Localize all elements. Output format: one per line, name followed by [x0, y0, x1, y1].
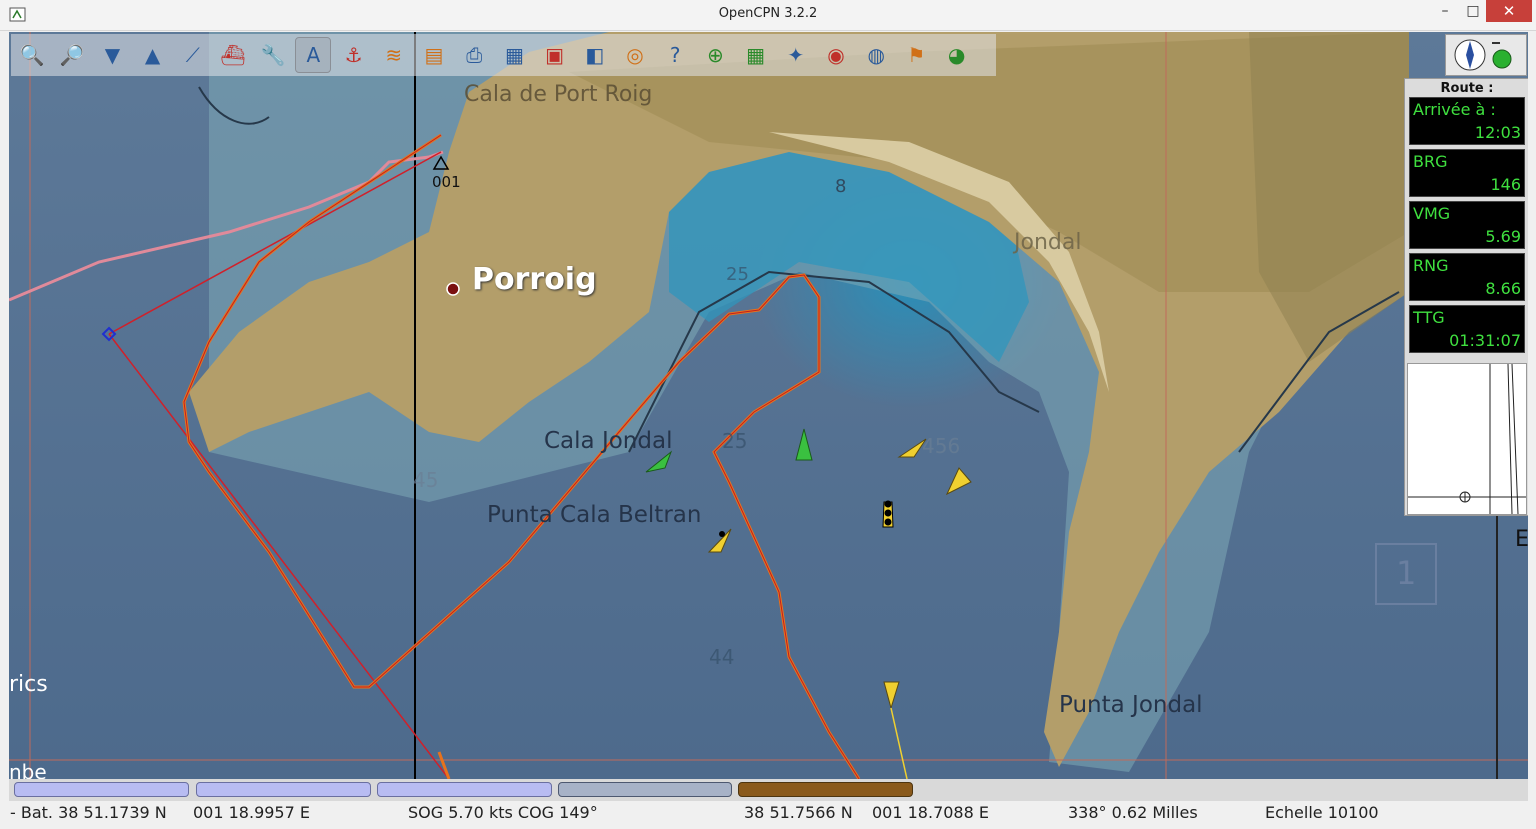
instrument-brg: BRG 146 — [1409, 149, 1525, 197]
compass-status-box[interactable] — [1445, 34, 1527, 76]
options-tool[interactable]: 🔧 — [256, 38, 290, 72]
scale-out-tool[interactable]: ▲ — [136, 38, 170, 72]
current-tool[interactable]: ⚓ — [337, 38, 371, 72]
ais-target-green-1[interactable] — [645, 450, 673, 473]
status-sog-cog: SOG 5.70 kts COG 149° — [408, 803, 598, 822]
status-bar: - Bat. 38 51.1739 N 001 18.9957 E SOG 5.… — [0, 801, 1536, 829]
route-manager-tool[interactable]: ▦ — [497, 38, 531, 72]
label-punta-jondal: Punta Jondal — [1059, 692, 1203, 718]
status-boat-lon: 001 18.9957 E — [193, 803, 310, 822]
instrument-value: 12:03 — [1474, 123, 1521, 142]
scale-in-tool[interactable]: ▼ — [95, 38, 129, 72]
edge-label-right: E — [1515, 527, 1528, 552]
status-boat-lat: - Bat. 38 51.1739 N — [10, 803, 167, 822]
main-toolbar: 🔍 🔎 ▼ ▲ ⟋ ⛴ 🔧 A ⚓ ≋ ▤ ⎙ ▦ ▣ ◧ ◎? ⊕ ▦ ✦ ◉ ◍ ⚑ ◕ — [11, 34, 996, 76]
create-route-tool[interactable]: ⟋ — [176, 38, 210, 72]
instrument-arrival: Arrivée à : 12:03 — [1409, 97, 1525, 145]
help-tool[interactable]: ? — [658, 38, 692, 72]
edge-label-left-1: rics — [9, 672, 48, 697]
maximize-button[interactable]: □ — [1456, 0, 1490, 22]
label-cala-port-roig: Cala de Port Roig — [464, 82, 653, 107]
chart-canvas[interactable]: Cala de Port Roig Porroig Jondal Cala Jo… — [9, 32, 1528, 779]
cardinal-buoy-icon[interactable] — [882, 500, 894, 528]
instrument-ttg: TTG 01:31:07 — [1409, 305, 1525, 353]
label-waypoint-001: 001 — [432, 173, 461, 191]
target-tool[interactable]: ⊕ — [698, 38, 732, 72]
dashboard-title: Route : — [1440, 81, 1494, 96]
depth-44: 44 — [709, 645, 735, 669]
calculator-tool[interactable]: ▦ — [739, 38, 773, 72]
instrument-label: BRG — [1413, 152, 1448, 171]
piano-key-2[interactable] — [196, 782, 371, 797]
globe-tool[interactable]: ◕ — [940, 38, 974, 72]
piano-key-1[interactable] — [14, 782, 189, 797]
status-scale: Echelle 10100 — [1265, 803, 1379, 822]
piano-key-5-active[interactable] — [738, 782, 913, 797]
mob-tool[interactable]: ◎ — [618, 38, 652, 72]
ais-target-yellow-4[interactable] — [883, 681, 900, 710]
print-tool[interactable]: ⎙ — [457, 38, 491, 72]
chart-map — [9, 32, 1528, 779]
piano-key-4[interactable] — [558, 782, 732, 797]
instrument-label: RNG — [1413, 256, 1449, 275]
route-tool[interactable]: ⚑ — [899, 38, 933, 72]
depth-25-north: 25 — [726, 264, 749, 285]
dashboard-panel: Route : Arrivée à : 12:03 BRG 146 VMG 5.… — [1404, 78, 1528, 516]
dashboard-graph — [1407, 363, 1527, 515]
status-bearing-distance: 338° 0.62 Milles — [1068, 803, 1198, 822]
plugin-tool[interactable]: ✦ — [779, 38, 813, 72]
depth-45: 45 — [413, 468, 439, 492]
piano-key-3[interactable] — [377, 782, 552, 797]
porroig-location-dot[interactable] — [446, 282, 460, 296]
instrument-value: 01:31:07 — [1449, 331, 1521, 350]
ais-target-green-2[interactable] — [795, 428, 813, 461]
zoom-out-tool[interactable]: 🔎 — [55, 38, 89, 72]
instrument-label: TTG — [1413, 308, 1445, 327]
instrument-value: 8.66 — [1485, 279, 1521, 298]
instrument-vmg: VMG 5.69 — [1409, 201, 1525, 249]
instrument-value: 5.69 — [1485, 227, 1521, 246]
ais-target-yellow-2[interactable] — [945, 467, 972, 496]
zoom-in-tool[interactable]: 🔍 — [15, 38, 49, 72]
title-bar: OpenCPN 3.2.2 – □ ✕ — [0, 0, 1536, 31]
depth-456: 456 — [922, 434, 961, 458]
auto-follow-tool[interactable]: ⛴ — [216, 38, 250, 72]
square-symbol-label: 1 — [1396, 554, 1417, 592]
label-jondal: Jondal — [1014, 230, 1082, 255]
tide-tool[interactable]: ≋ — [377, 38, 411, 72]
window-title: OpenCPN 3.2.2 — [718, 6, 818, 21]
radar-tool[interactable]: ◉ — [819, 38, 853, 72]
edge-label-left-2: nbe — [9, 760, 47, 779]
label-punta-cala-beltran: Punta Cala Beltran — [487, 502, 702, 528]
status-cursor-lon: 001 18.7088 E — [872, 803, 989, 822]
color-scheme-tool[interactable]: ◧ — [578, 38, 612, 72]
track-tool[interactable]: ▣ — [538, 38, 572, 72]
chart-piano-bar — [9, 779, 1528, 801]
status-cursor-lat: 38 51.7566 N — [744, 803, 853, 822]
depth-8: 8 — [835, 176, 847, 197]
chart-quilt-tool[interactable]: ▤ — [417, 38, 451, 72]
depth-25-south: 25 — [722, 429, 748, 453]
label-porroig: Porroig — [472, 262, 597, 297]
close-button[interactable]: ✕ — [1486, 0, 1532, 22]
sphere-tool[interactable]: ◍ — [859, 38, 893, 72]
instrument-label: VMG — [1413, 204, 1451, 223]
text-tool[interactable]: A — [295, 37, 332, 73]
instrument-value: 146 — [1490, 175, 1521, 194]
label-cala-jondal: Cala Jondal — [544, 428, 673, 454]
instrument-rng: RNG 8.66 — [1409, 253, 1525, 301]
instrument-label: Arrivée à : — [1413, 100, 1496, 119]
compass-icon — [1454, 39, 1512, 71]
